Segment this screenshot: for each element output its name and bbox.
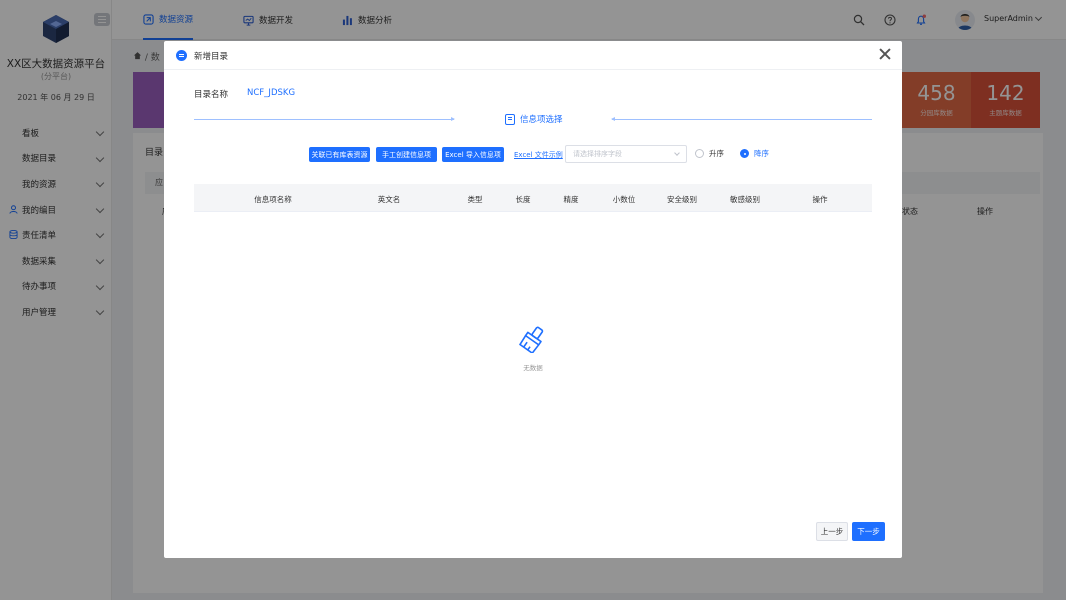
radio-circle [740, 149, 749, 158]
list-icon [505, 113, 515, 125]
column-header: 小数位 [612, 195, 636, 204]
step-label: 信息项选择 [520, 115, 563, 125]
column-header: 操作 [812, 195, 828, 204]
step-divider-left [194, 117, 455, 121]
catalog-name-label: 目录名称 [194, 90, 229, 100]
column-header: 类型 [467, 195, 483, 204]
column-header: 信息项名称 [254, 195, 292, 204]
column-header: 安全级别 [667, 195, 697, 204]
empty-brush-icon [519, 326, 544, 353]
catalog-name-value: NCF_JDSKG [247, 88, 296, 98]
radio-label: 升序 [709, 149, 724, 158]
sort-asc-radio[interactable]: 升序 [695, 148, 724, 159]
close-icon[interactable] [877, 46, 893, 62]
sort-desc-radio[interactable]: 降序 [740, 148, 769, 159]
column-header: 精度 [563, 195, 579, 204]
column-header: 敏感级别 [730, 195, 760, 204]
empty-text: 无数据 [523, 364, 543, 372]
prev-step-button[interactable]: 上一步 [816, 522, 848, 541]
chevron-down-icon [674, 150, 680, 156]
radio-label: 降序 [754, 149, 769, 158]
modal-title: 新增目录 [194, 52, 229, 62]
excel-example-link[interactable]: Excel 文件示例 [514, 150, 563, 160]
next-step-button[interactable]: 下一步 [852, 522, 885, 541]
new-catalog-modal: 新增目录 目录名称 NCF_JDSKG 信息项选择 关联已有库表资源 手工创建信… [164, 41, 902, 558]
excel-import-button[interactable]: Excel 导入信息项 [442, 147, 504, 162]
modal-header: 新增目录 [164, 41, 902, 70]
select-placeholder: 请选择排序字段 [573, 150, 622, 158]
manual-create-item-button[interactable]: 手工创建信息项 [376, 147, 437, 162]
column-header: 长度 [515, 195, 531, 204]
step-indicator: 信息项选择 [505, 113, 563, 125]
sort-field-select[interactable]: 请选择排序字段 [565, 145, 687, 163]
step-divider-right [611, 117, 872, 121]
column-header: 英文名 [377, 195, 401, 204]
document-icon [176, 50, 187, 61]
radio-circle [695, 149, 704, 158]
info-items-table-header: 信息项名称 英文名 类型 长度 精度 小数位 安全级别 敏感级别 操作 [194, 184, 872, 212]
link-existing-table-button[interactable]: 关联已有库表资源 [309, 147, 370, 162]
